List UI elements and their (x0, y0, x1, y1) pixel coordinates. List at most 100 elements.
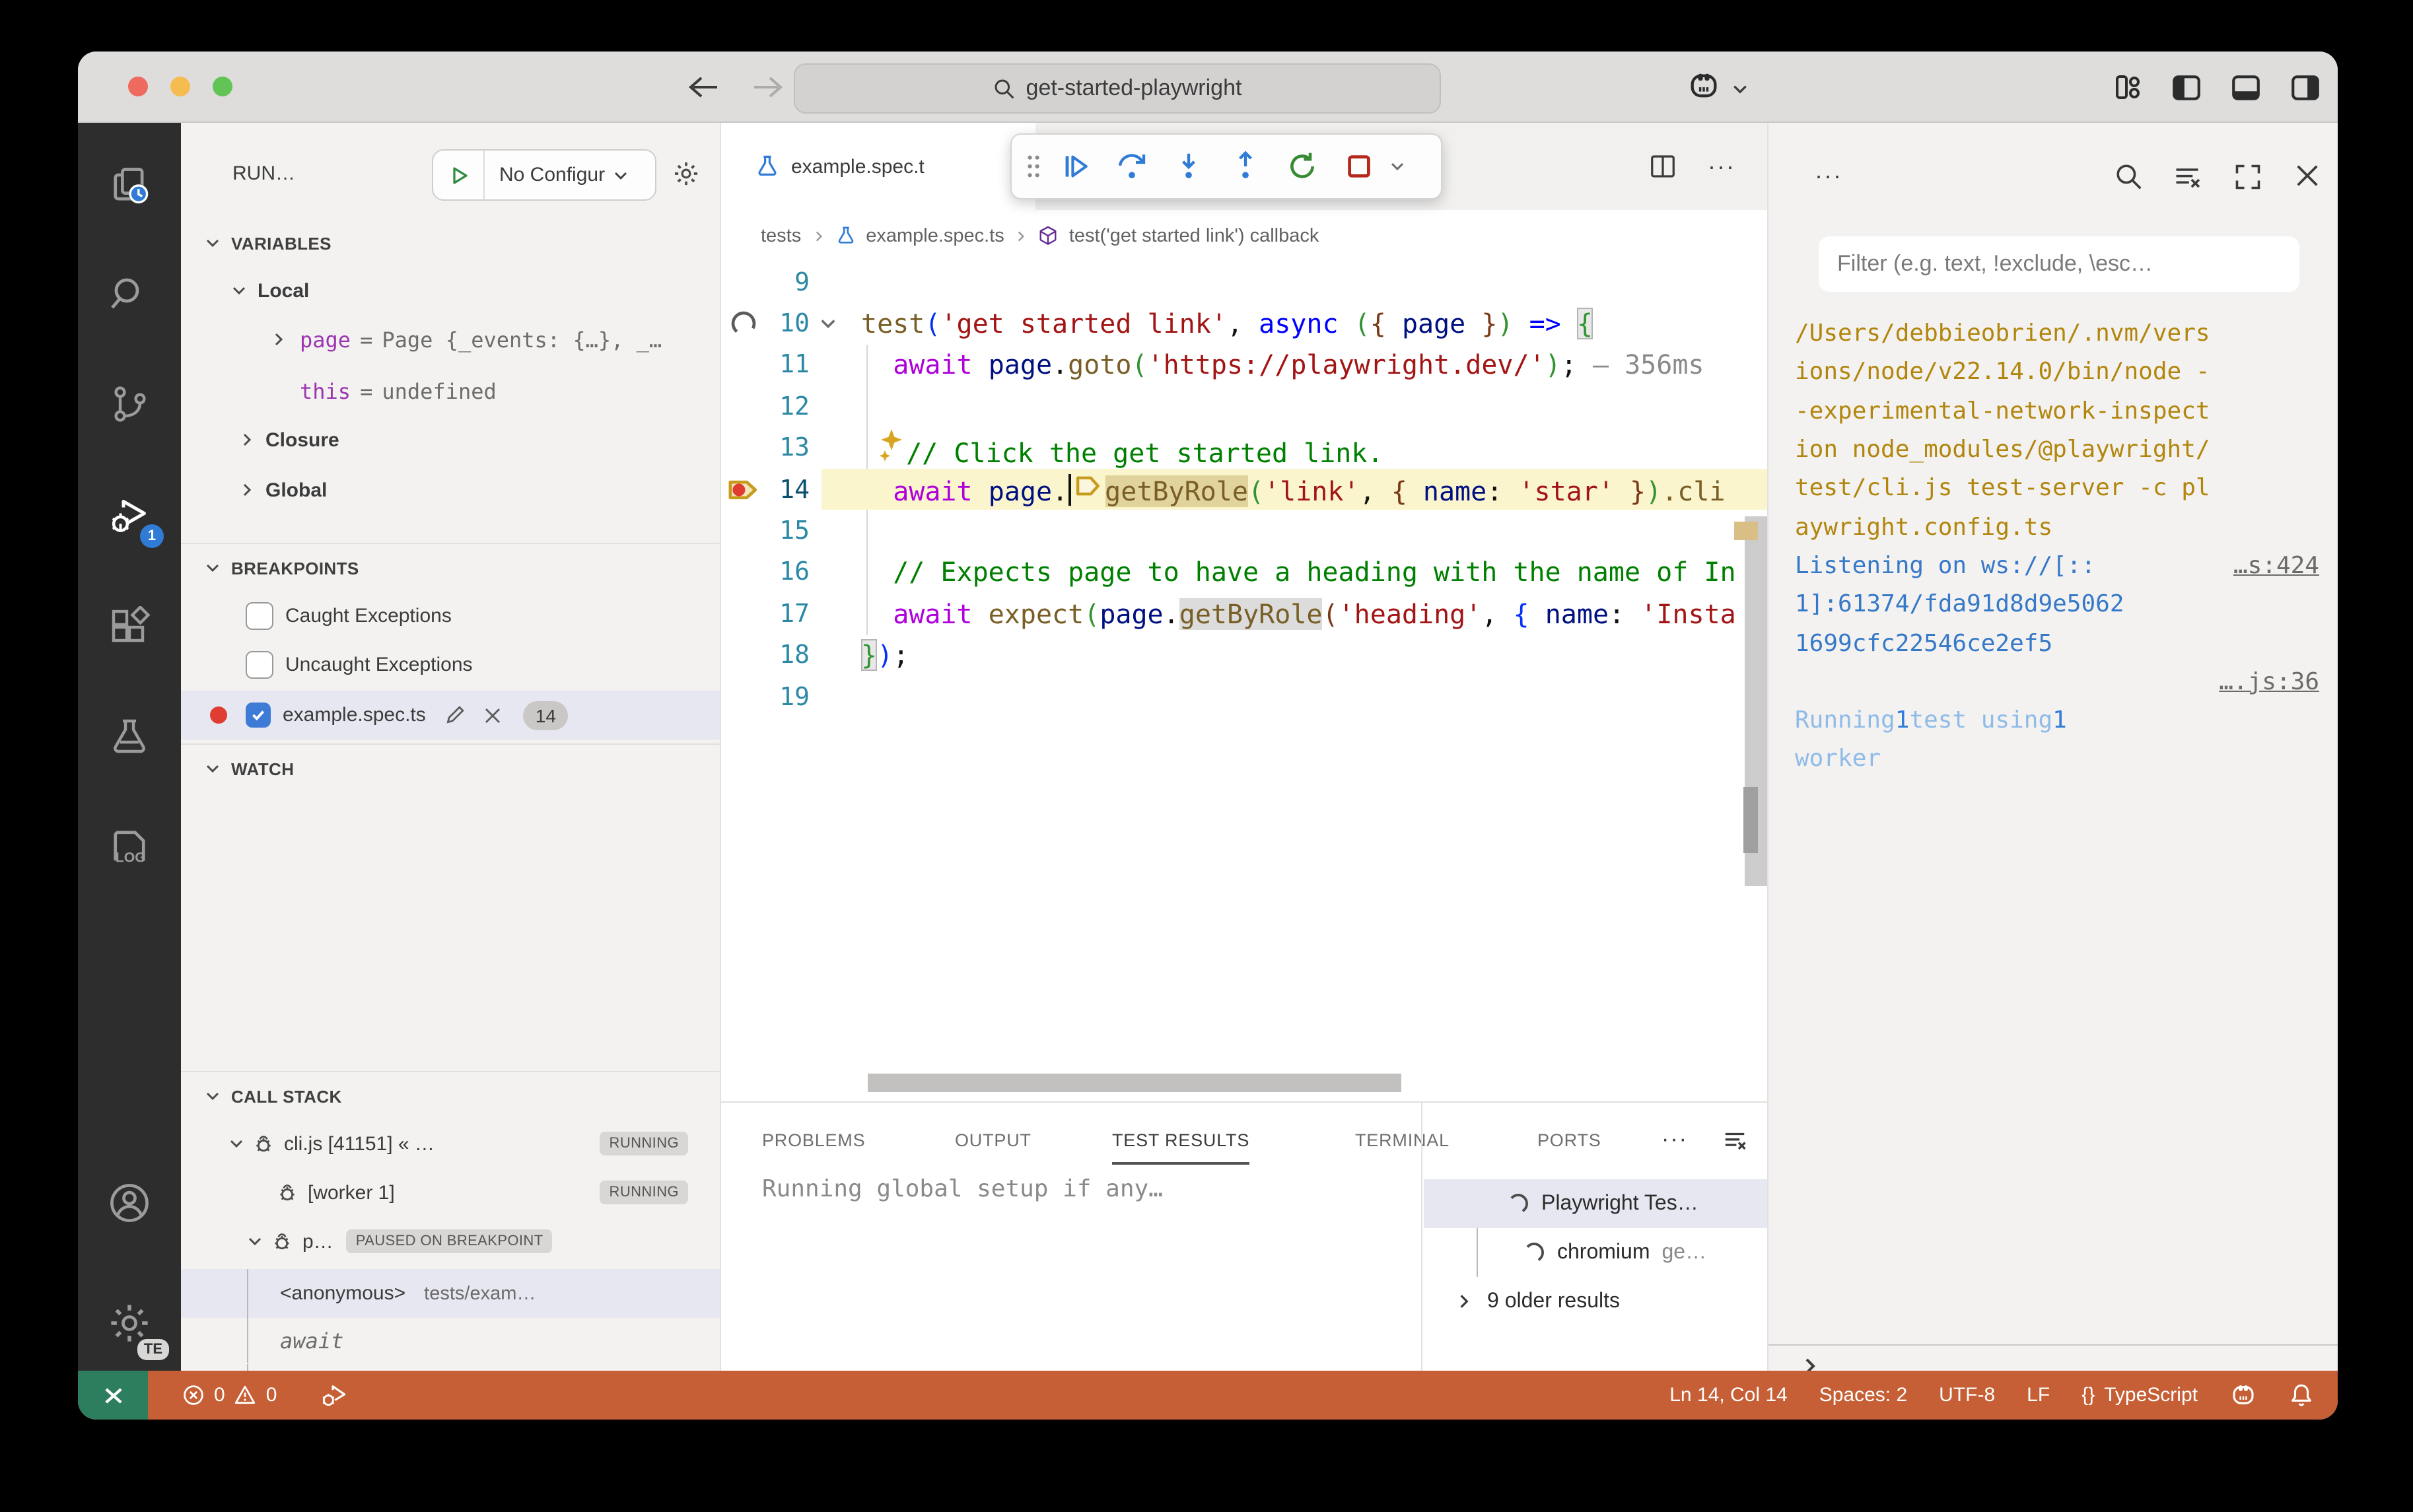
log-output-icon[interactable]: LOG (103, 820, 156, 873)
remote-indicator[interactable] (78, 1371, 148, 1420)
callstack-session-cli[interactable]: cli.js [41151] « … RUNNING (181, 1121, 720, 1166)
debug-step-over-icon[interactable] (1116, 151, 1148, 182)
editor-horizontal-scrollbar[interactable] (868, 1074, 1401, 1092)
callstack-show-more-link[interactable]: Show 5 More: Skipped by skip (181, 1364, 720, 1371)
testing-beaker-icon[interactable] (103, 710, 156, 763)
checkbox-checked[interactable] (246, 703, 271, 728)
remove-breakpoint-close-icon[interactable] (484, 706, 503, 724)
watch-section-header[interactable]: WATCH (181, 746, 720, 791)
breakpoint-hit-icon[interactable] (721, 473, 766, 505)
debug-config-dropdown[interactable]: No Configur (432, 149, 656, 201)
code-line[interactable]: 15 (721, 510, 1767, 552)
code-line[interactable]: 14 await page.getByRole('link', { name: … (721, 469, 1767, 510)
back-button[interactable] (685, 69, 722, 106)
code-line[interactable]: 10test('get started link', async ({ page… (721, 303, 1767, 345)
toggle-panel-icon[interactable] (2229, 71, 2262, 104)
variables-scope-global[interactable]: Global (181, 467, 720, 512)
source-control-icon[interactable] (103, 378, 156, 430)
clear-panel-icon[interactable] (1722, 1117, 1747, 1162)
debug-console-output[interactable]: /Users/debbieobrien/.nvm/versions/node/v… (1795, 314, 2319, 778)
variables-scope-closure[interactable]: Closure (181, 417, 720, 462)
code-line[interactable]: 19 (721, 676, 1767, 718)
code-line[interactable]: 17 await expect(page.getByRole('heading'… (721, 593, 1767, 635)
indentation-status[interactable]: Spaces: 2 (1819, 1384, 1907, 1406)
search-side-icon[interactable] (103, 268, 156, 321)
chevron-down-icon[interactable] (1731, 81, 1749, 98)
callstack-frame-await[interactable]: await (181, 1318, 720, 1363)
explorer-history-icon[interactable] (103, 160, 156, 213)
zoom-window-button[interactable] (213, 77, 232, 96)
forward-button[interactable] (749, 69, 786, 106)
breadcrumb-file[interactable]: example.spec.ts (866, 225, 1004, 246)
variable-row-this[interactable]: this = undefined (181, 368, 720, 413)
start-debug-play-icon[interactable] (433, 151, 485, 199)
code-line[interactable]: 13 // Click the get started link. (721, 427, 1767, 469)
account-icon[interactable] (103, 1177, 156, 1229)
eol-status[interactable]: LF (2027, 1384, 2050, 1406)
tab-output[interactable]: OUTPUT (955, 1117, 1032, 1162)
encoding-status[interactable]: UTF-8 (1939, 1384, 1995, 1406)
checkbox[interactable] (246, 650, 273, 678)
test-running-spinner-icon[interactable] (721, 309, 766, 338)
breakpoint-caught-exceptions[interactable]: Caught Exceptions (181, 593, 720, 638)
copilot-status-icon[interactable] (2229, 1381, 2257, 1409)
language-mode-status[interactable]: {} TypeScript (2081, 1384, 2198, 1406)
panel-more-actions-icon[interactable]: ··· (1661, 1117, 1688, 1162)
debug-stop-icon[interactable] (1343, 151, 1375, 182)
checkbox[interactable] (246, 601, 273, 629)
tab-test-results[interactable]: TEST RESULTS (1112, 1117, 1249, 1165)
settings-gear-icon[interactable]: TE (103, 1297, 156, 1350)
debug-gear-icon[interactable] (672, 149, 720, 198)
debug-step-into-icon[interactable] (1173, 151, 1205, 182)
code-line[interactable]: 9 (721, 261, 1767, 303)
clear-console-icon[interactable] (2173, 162, 2202, 191)
console-filter-input[interactable] (1819, 236, 2299, 292)
command-center-search[interactable]: get-started-playwright (794, 63, 1441, 114)
code-line[interactable]: 16 // Expects page to have a heading wit… (721, 551, 1767, 593)
run-debug-icon[interactable]: 1 (103, 490, 156, 543)
editor-more-actions-icon[interactable]: ··· (1708, 153, 1735, 180)
debug-session-chevron-icon[interactable] (1389, 158, 1405, 174)
breadcrumb-tests[interactable]: tests (761, 225, 801, 246)
callstack-session-worker[interactable]: [worker 1] RUNNING (181, 1170, 720, 1215)
copilot-icon[interactable] (1687, 69, 1721, 103)
breakpoint-row-example-spec[interactable]: example.spec.ts 14 (181, 691, 720, 739)
debug-status-icon[interactable] (318, 1381, 347, 1410)
test-tree-row-older-results[interactable]: 9 older results (1424, 1277, 1767, 1326)
breakpoint-uncaught-exceptions[interactable]: Uncaught Exceptions (181, 642, 720, 687)
test-tree-row-playwright[interactable]: Playwright Tes… (1424, 1179, 1767, 1228)
code-line[interactable]: 11 await page.goto('https://playwright.d… (721, 345, 1767, 386)
code-line[interactable]: 18}); (721, 635, 1767, 676)
source-location-link[interactable]: ….js:36 (2219, 668, 2319, 696)
source-location-link[interactable]: …s:424 (2233, 552, 2319, 580)
cursor-position-status[interactable]: Ln 14, Col 14 (1669, 1384, 1787, 1406)
edit-breakpoint-pencil-icon[interactable] (444, 704, 467, 726)
notifications-bell-icon[interactable] (2289, 1383, 2314, 1408)
breakpoints-section-header[interactable]: BREAKPOINTS (181, 545, 720, 590)
tab-terminal[interactable]: TERMINAL (1355, 1117, 1450, 1162)
minimize-window-button[interactable] (170, 77, 190, 96)
fold-chevron-icon[interactable] (810, 314, 847, 333)
callstack-section-header[interactable]: CALL STACK (181, 1074, 720, 1118)
problems-status[interactable]: 0 0 (182, 1384, 277, 1406)
tab-ports[interactable]: PORTS (1537, 1117, 1601, 1162)
variables-section-header[interactable]: VARIABLES (181, 221, 720, 265)
test-tree-row-chromium[interactable]: chromium ge… (1424, 1228, 1767, 1277)
debug-continue-icon[interactable] (1059, 151, 1091, 182)
expand-console-icon[interactable] (2233, 162, 2262, 191)
split-editor-icon[interactable] (1650, 153, 1676, 180)
console-search-icon[interactable] (2115, 162, 2144, 191)
debug-step-out-icon[interactable] (1230, 151, 1261, 182)
tab-example-spec[interactable]: example.spec.t (721, 123, 1035, 210)
callstack-session-paused[interactable]: p… PAUSED ON BREAKPOINT (181, 1219, 720, 1264)
code-line[interactable]: 12 (721, 386, 1767, 427)
callstack-frame-anonymous[interactable]: <anonymous> tests/exam… (181, 1269, 720, 1318)
close-window-button[interactable] (128, 77, 148, 96)
code-editor[interactable]: 910test('get started link', async ({ pag… (721, 261, 1767, 1101)
toggle-primary-sidebar-icon[interactable] (2170, 71, 2203, 104)
panel-expand-chevron-icon[interactable] (1800, 1356, 1820, 1371)
close-console-icon[interactable] (2294, 162, 2321, 189)
extensions-icon[interactable] (103, 601, 156, 654)
tab-problems[interactable]: PROBLEMS (762, 1117, 865, 1162)
variable-row-page[interactable]: page = Page {_events: {…}, _… (181, 317, 720, 362)
